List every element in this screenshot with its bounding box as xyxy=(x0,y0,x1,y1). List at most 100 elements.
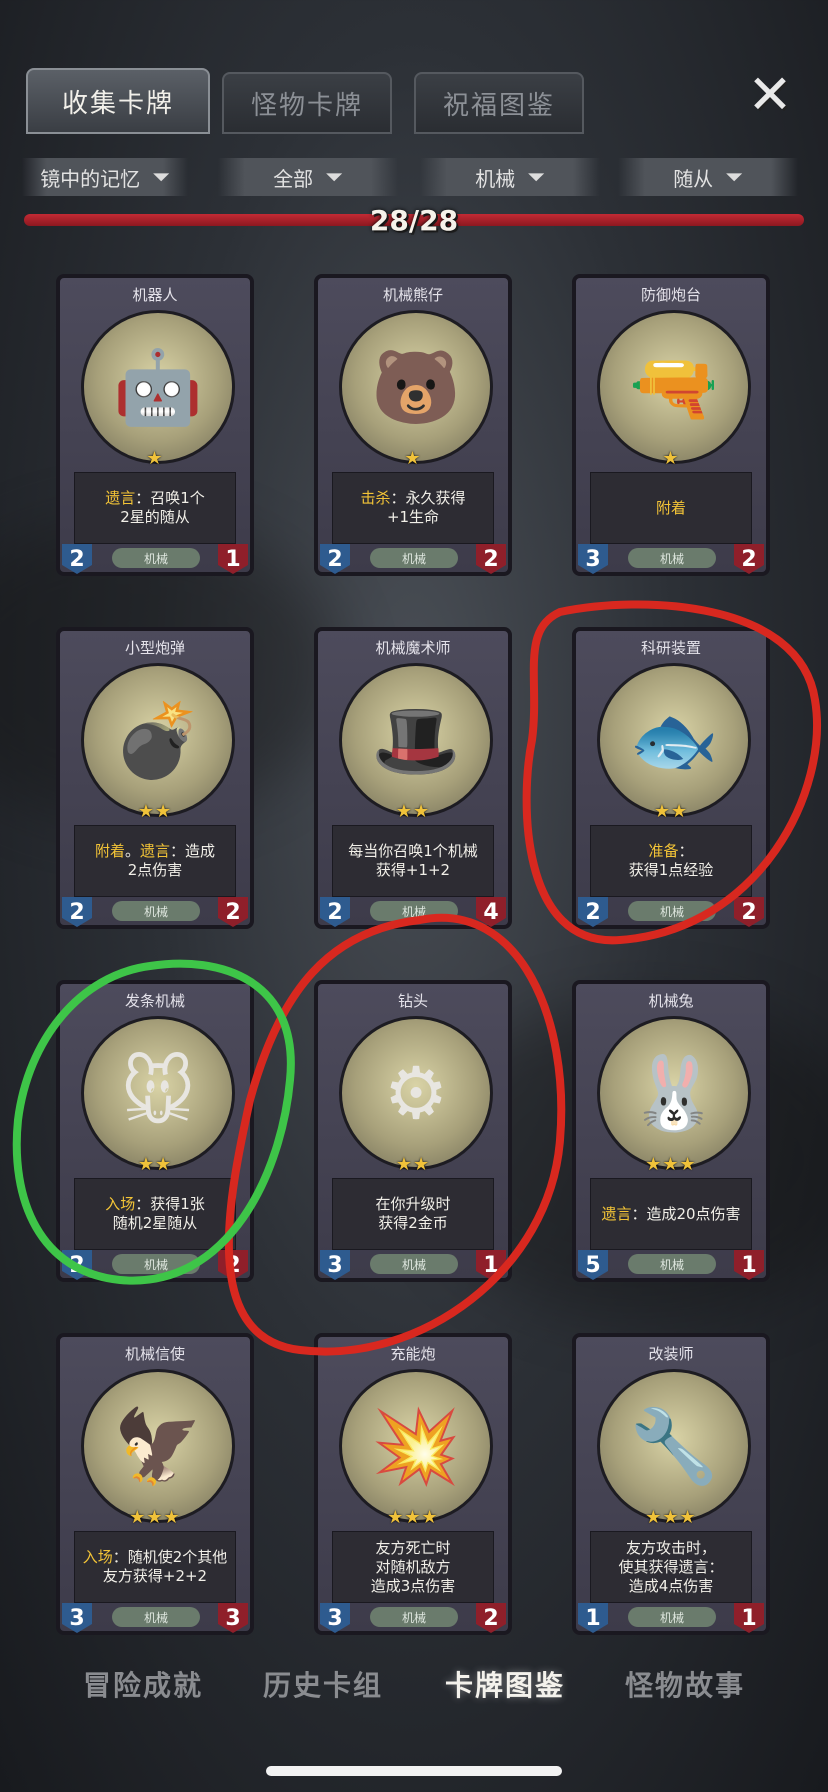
filter-rarity[interactable]: 全部 ⏷ xyxy=(218,158,398,196)
card-desc-segment: 入场 xyxy=(105,1195,136,1213)
card[interactable]: 科研装置 🐟 ★★ 准备： 获得1点经验 2 机械 2 xyxy=(572,627,770,929)
card-desc-line: 友方攻击时， xyxy=(626,1539,716,1558)
card-desc-line: 友方死亡时 xyxy=(375,1539,450,1558)
card-name: 改装师 xyxy=(648,1345,694,1363)
card-desc-segment: 每当你召唤1个机械 xyxy=(348,842,478,860)
star-rating: ★★★ xyxy=(387,1507,439,1528)
card-health: 2 xyxy=(218,1250,248,1280)
close-button[interactable]: ✕ xyxy=(742,63,798,126)
card[interactable]: 机器人 🤖 ★ 遗言：召唤1个 2星的随从 2 机械 1 xyxy=(56,274,254,576)
tab-collect-cards[interactable]: 收集卡牌 xyxy=(26,68,210,134)
filter-tribe[interactable]: 机械 ⏷ xyxy=(420,158,600,196)
card-health: 2 xyxy=(476,1603,506,1633)
card-desc-segment: 附着 xyxy=(94,842,125,860)
card-art: 🐟 xyxy=(597,663,751,817)
card-art: 🔫 xyxy=(597,310,751,464)
card[interactable]: 充能炮 💥 ★★★ 友方死亡时 对随机敌方 造成3点伤害 3 机械 2 xyxy=(314,1333,512,1635)
card-desc-segment: 友方死亡时 xyxy=(375,1538,451,1557)
star-rating: ★★ xyxy=(395,1154,431,1175)
card-desc-segment: ：造成 xyxy=(170,842,216,860)
card-name: 小型炮弹 xyxy=(124,639,185,657)
tab-blessing-codex[interactable]: 祝福图鉴 xyxy=(414,72,584,134)
card-cost: 2 xyxy=(320,897,350,927)
card-tribe: 机械 xyxy=(112,1607,200,1627)
card-desc-line: +1生命 xyxy=(386,508,440,526)
card-name: 充能炮 xyxy=(390,1345,436,1363)
nav-history-decks[interactable]: 历史卡组 xyxy=(228,1664,418,1704)
filter-label: 随从 xyxy=(673,166,714,191)
card-desc-line: 2星的随从 xyxy=(120,508,190,526)
turret-icon: 🔫 xyxy=(629,344,719,429)
card[interactable]: 改装师 🔧 ★★★ 友方攻击时， 使其获得遗言： 造成4点伤害 1 机械 1 xyxy=(572,1333,770,1635)
card[interactable]: 机械魔术师 🎩 ★★ 每当你召唤1个机械 获得+1+2 2 机械 4 xyxy=(314,627,512,929)
card-desc-segment: 击杀 xyxy=(360,489,391,507)
card-description: 遗言：造成20点伤害 xyxy=(590,1178,752,1250)
close-icon: ✕ xyxy=(747,62,793,126)
card-desc-segment: 入场 xyxy=(82,1548,113,1566)
card-health: 4 xyxy=(476,897,506,927)
star-rating: ★★★ xyxy=(645,1154,697,1175)
card-art: 🤖 xyxy=(81,310,235,464)
card-art: 🔧 xyxy=(597,1369,751,1523)
filter-type[interactable]: 随从 ⏷ xyxy=(618,158,798,196)
card-desc-line: 造成3点伤害 xyxy=(370,1576,456,1595)
card-desc-line: 获得2金币 xyxy=(378,1214,448,1232)
card-cost: 2 xyxy=(62,544,92,574)
card-desc-segment: 在你升级时 xyxy=(375,1195,451,1213)
tab-monster-cards[interactable]: 怪物卡牌 xyxy=(222,72,392,134)
card-cost: 3 xyxy=(62,1603,92,1633)
card-art: 🎩 xyxy=(339,663,493,817)
card-health: 2 xyxy=(734,544,764,574)
card-desc-segment: ：造成20点伤害 xyxy=(631,1204,741,1223)
card-desc-segment: 遗言 xyxy=(140,842,171,860)
card-desc-line: 附着 xyxy=(656,499,686,518)
card-cost: 1 xyxy=(578,1603,608,1633)
card-desc-segment: 附着 xyxy=(655,498,686,517)
magician-icon: 🎩 xyxy=(371,697,461,782)
funnel-icon: ⏷ xyxy=(527,164,545,190)
bomb-icon: 💣 xyxy=(113,697,203,782)
card-cost: 2 xyxy=(62,897,92,927)
star-rating: ★ xyxy=(146,448,164,469)
card-art: 🐻 xyxy=(339,310,493,464)
card-tribe: 机械 xyxy=(628,1607,716,1627)
card-description: 入场：获得1张 随机2星随从 xyxy=(74,1178,236,1250)
card-art: 🦅 xyxy=(81,1369,235,1523)
card-tribe: 机械 xyxy=(628,1254,716,1274)
card[interactable]: 机械兔 🐰 ★★★ 遗言：造成20点伤害 5 机械 1 xyxy=(572,980,770,1282)
card-tribe: 机械 xyxy=(370,1607,458,1627)
card-desc-line: 遗言：造成20点伤害 xyxy=(601,1205,740,1224)
mechanic-icon: 🔧 xyxy=(629,1403,719,1488)
card-description: 友方攻击时， 使其获得遗言： 造成4点伤害 xyxy=(590,1531,752,1603)
card-name: 发条机械 xyxy=(124,992,185,1010)
card-desc-line: 获得+1+2 xyxy=(375,861,451,879)
card-cost: 2 xyxy=(578,897,608,927)
card-desc-line: 附着。遗言：造成 xyxy=(95,842,215,861)
card-desc-line: 击杀：永久获得 xyxy=(360,489,465,508)
card-description: 友方死亡时 对随机敌方 造成3点伤害 xyxy=(332,1531,494,1603)
nav-monster-stories[interactable]: 怪物故事 xyxy=(590,1664,780,1704)
bear-icon: 🐻 xyxy=(371,344,461,429)
card[interactable]: 小型炮弹 💣 ★★ 附着。遗言：造成 2点伤害 2 机械 2 xyxy=(56,627,254,929)
card[interactable]: 防御炮台 🔫 ★ 附着 3 机械 2 xyxy=(572,274,770,576)
card-desc-line: 入场：获得1张 xyxy=(105,1195,205,1214)
filter-season[interactable]: 镜中的记忆 ⏷ xyxy=(22,158,188,196)
card-tribe: 机械 xyxy=(370,548,458,568)
card[interactable]: 机械熊仔 🐻 ★ 击杀：永久获得 +1生命 2 机械 2 xyxy=(314,274,512,576)
card-name: 机械兔 xyxy=(648,992,694,1010)
card-desc-line: 准备： xyxy=(648,842,693,861)
funnel-icon: ⏷ xyxy=(152,164,170,190)
card-cost: 5 xyxy=(578,1250,608,1280)
card-tribe: 机械 xyxy=(112,548,200,568)
card[interactable]: 机械信使 🦅 ★★★ 入场：随机使2个其他 友方获得+2+2 3 机械 3 xyxy=(56,1333,254,1635)
card-description: 入场：随机使2个其他 友方获得+2+2 xyxy=(74,1531,236,1603)
card-health: 2 xyxy=(218,897,248,927)
card-cost: 3 xyxy=(578,544,608,574)
card[interactable]: 发条机械 🐭 ★★ 入场：获得1张 随机2星随从 2 机械 2 xyxy=(56,980,254,1282)
nav-adventure-achievements[interactable]: 冒险成就 xyxy=(48,1664,238,1704)
card-desc-segment: 遗言 xyxy=(601,1204,632,1223)
card-description: 附着 xyxy=(590,472,752,544)
filter-label: 机械 xyxy=(475,166,516,191)
nav-card-codex[interactable]: 卡牌图鉴 xyxy=(410,1664,600,1704)
card[interactable]: 钻头 ⚙ ★★ 在你升级时 获得2金币 3 机械 1 xyxy=(314,980,512,1282)
